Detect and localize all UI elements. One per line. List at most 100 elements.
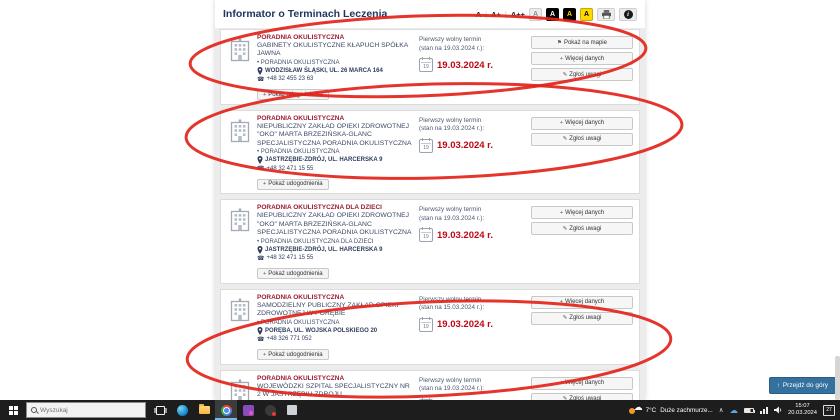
accessibility-toolbar: A A+ A++ A A A A i — [476, 7, 637, 21]
action-label: Więcej danych — [565, 120, 605, 127]
action-label: Pokaż na mapie — [563, 39, 607, 46]
report-issues-button[interactable]: ✎ Zgłoś uwagi — [531, 68, 633, 81]
hospital-icon — [227, 204, 257, 279]
termin-as-of: (stan na 19.03.2024 r.): — [419, 214, 485, 222]
phone-icon: ☎ — [257, 166, 265, 173]
clinic-info: PORADNIA OKULISTYCZNA NIEPUBLICZNY ZAKŁA… — [257, 115, 419, 190]
action-label: Więcej danych — [565, 55, 605, 62]
show-facilities-button[interactable]: + Pokaż udogodnienia — [257, 268, 329, 280]
more-data-button[interactable]: + Więcej danych — [531, 376, 633, 390]
taskbar-weather-button[interactable]: 7°C Duże zachmurze... — [628, 402, 713, 415]
hospital-icon — [227, 294, 257, 361]
map-pin-icon: ⚑ — [557, 39, 562, 46]
card-actions: + Więcej danych ✎ Zgłoś uwagi — [531, 204, 633, 279]
task-view-button[interactable] — [149, 400, 171, 420]
note-icon: ✎ — [562, 315, 568, 322]
chevron-up-icon[interactable]: ∧ — [719, 406, 724, 414]
battery-icon[interactable] — [743, 407, 755, 413]
calendar-icon: 19 — [419, 316, 433, 332]
termin-as-of: (stan na 19.03.2024 r.): — [419, 385, 485, 393]
map-pin-icon — [257, 156, 263, 165]
available-date: 19.03.2024 r. — [437, 140, 493, 152]
plus-icon: + — [263, 270, 267, 277]
search-icon — [31, 407, 37, 413]
more-data-button[interactable]: + Więcej danych — [531, 116, 633, 130]
start-button[interactable] — [0, 400, 26, 420]
report-issues-button[interactable]: ✎ Zgłoś uwagi — [531, 392, 633, 400]
date-row: 19 19.03.2024 r. — [419, 227, 531, 243]
action-label: Więcej danych — [565, 299, 605, 306]
windows-logo-icon — [8, 405, 18, 415]
folder-icon — [198, 404, 210, 414]
address-text: PORĘBA, UL. WOJSKA POLSKIEGO 20 — [265, 327, 378, 334]
font-size-largest-button[interactable]: A++ — [505, 10, 525, 19]
taskbar-search[interactable] — [26, 402, 146, 418]
contrast-yellow-black-button[interactable]: A — [580, 7, 593, 21]
calendar-icon: 19 — [419, 57, 433, 72]
address-row: WODZISŁAW ŚLĄSKI, UL. 26 MARCA 164 — [257, 66, 415, 75]
system-tray: 7°C Duże zachmurze... ∧ ☁ 15:07 20.03.20… — [628, 400, 840, 420]
specialty-sub-label: PORADNIA OKULISTYCZNA — [257, 60, 415, 66]
show-facilities-button[interactable]: + Pokaż udogodnienia — [257, 89, 329, 101]
network-icon[interactable] — [759, 406, 768, 414]
calendar-icon: 19 — [419, 137, 433, 153]
info-button[interactable]: i — [619, 7, 637, 21]
phone-icon: ☎ — [257, 336, 265, 343]
clinic-info: PORADNIA OKULISTYCZNA SAMODZIELNY PUBLIC… — [257, 294, 419, 361]
clinic-card: PORADNIA OKULISTYCZNA WOJEWÓDZKI SZPITAL… — [220, 369, 640, 400]
more-data-button[interactable]: + Więcej danych — [531, 52, 633, 65]
contrast-default-button[interactable]: A — [529, 7, 542, 21]
taskbar-clock[interactable]: 15:07 20.03.2024 — [788, 403, 817, 417]
phone-row: ☎ +48 32 455 23 63 — [257, 76, 415, 83]
facility-name: GABINETY OKULISTYCZNE KŁAPUCH SPÓŁKA JAW… — [257, 42, 408, 58]
clinic-card: PORADNIA OKULISTYCZNA DLA DZIECI NIEPUBL… — [220, 199, 640, 284]
address-text: JASTRZĘBIE-ZDRÓJ, UL. HARCERSKA 9 — [265, 246, 383, 253]
dark-app-icon — [264, 404, 276, 416]
taskbar-search-input[interactable] — [40, 406, 141, 414]
scrollbar-thumb[interactable] — [835, 356, 840, 400]
weather-temp: 7°C — [645, 406, 657, 414]
explorer-taskbar-button[interactable] — [193, 400, 215, 420]
more-data-button[interactable]: + Więcej danych — [531, 206, 633, 220]
action-label: Zgłoś uwagi — [569, 71, 602, 78]
app-taskbar-button-3[interactable] — [281, 400, 303, 420]
font-size-normal-button[interactable]: A — [476, 10, 481, 19]
address-row: JASTRZĘBIE-ZDRÓJ, UL. HARCERSKA 9 — [257, 156, 415, 165]
facilities-label: Pokaż udogodnienia — [268, 351, 323, 358]
termin-as-of: (stan na 19.03.2024 r.): — [419, 125, 485, 133]
contrast-black-white-button[interactable]: A — [546, 7, 559, 21]
date-row: 19 19.03.2024 r. — [419, 316, 531, 332]
report-issues-button[interactable]: ✎ Zgłoś uwagi — [531, 222, 633, 236]
phone-text: +48 326 771 052 — [266, 336, 312, 343]
show-on-map-button[interactable]: ⚑ Pokaż na mapie — [531, 36, 633, 49]
show-facilities-button[interactable]: + Pokaż udogodnienia — [257, 178, 329, 190]
clinic-info: PORADNIA OKULISTYCZNA WOJEWÓDZKI SZPITAL… — [257, 375, 419, 400]
edge-taskbar-button[interactable] — [171, 400, 193, 420]
map-pin-icon — [257, 66, 263, 75]
show-facilities-button[interactable]: + Pokaż udogodnienia — [257, 349, 329, 361]
more-data-button[interactable]: + Więcej danych — [531, 295, 633, 309]
plus-icon: + — [559, 55, 564, 62]
report-issues-button[interactable]: ✎ Zgłoś uwagi — [531, 132, 633, 146]
scrollbar[interactable] — [835, 0, 840, 400]
volume-icon[interactable] — [773, 406, 782, 414]
back-to-top-button[interactable]: ↑ Przejdź do góry — [768, 377, 836, 394]
clinic-list: PORADNIA OKULISTYCZNA GABINETY OKULISTYC… — [215, 28, 645, 400]
clinic-card: PORADNIA OKULISTYCZNA NIEPUBLICZNY ZAKŁA… — [220, 109, 640, 195]
arrow-up-icon: ↑ — [776, 382, 780, 389]
date-row: 19 19.03.2024 r. — [419, 57, 531, 72]
content-column: Informator o Terminach Leczenia A A+ A++… — [215, 0, 645, 400]
phone-text: +48 32 471 15 55 — [266, 165, 314, 172]
windows-taskbar: 7°C Duże zachmurze... ∧ ☁ 15:07 20.03.20… — [0, 400, 840, 420]
app-taskbar-button-1[interactable] — [237, 400, 259, 420]
app-taskbar-button-2[interactable] — [259, 400, 281, 420]
action-center-button[interactable]: 27 — [823, 404, 835, 416]
action-label: Zgłoś uwagi — [569, 225, 602, 232]
chrome-taskbar-button[interactable] — [215, 400, 237, 420]
font-size-larger-button[interactable]: A+ — [485, 10, 501, 19]
print-button[interactable] — [597, 7, 615, 21]
contrast-black-yellow-button[interactable]: A — [563, 7, 576, 21]
report-issues-button[interactable]: ✎ Zgłoś uwagi — [531, 311, 633, 325]
specialty-sub-label: PORADNIA OKULISTYCZNA — [257, 149, 415, 155]
onedrive-icon[interactable]: ☁ — [729, 405, 738, 416]
